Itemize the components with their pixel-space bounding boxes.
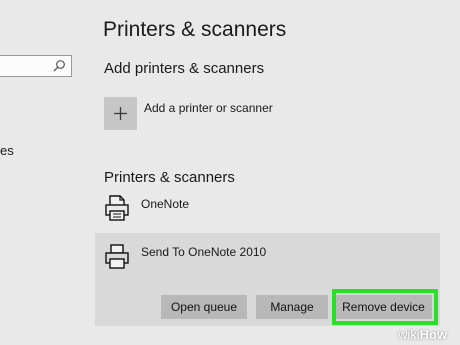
open-queue-button[interactable]: Open queue (161, 295, 247, 319)
printers-section-heading: Printers & scanners (104, 169, 235, 186)
page-title: Printers & scanners (103, 18, 287, 41)
add-section-heading: Add printers & scanners (104, 60, 265, 77)
highlight-outline (332, 289, 438, 325)
add-printer-button[interactable]: Add a printer or scanner (104, 97, 344, 133)
manage-button[interactable]: Manage (256, 295, 328, 319)
search-input[interactable] (0, 55, 72, 77)
watermark-how: How (419, 327, 448, 342)
plus-icon (104, 97, 137, 130)
device-item-onenote[interactable]: OneNote (104, 193, 440, 227)
search-icon[interactable] (52, 59, 66, 73)
add-printer-label: Add a printer or scanner (144, 101, 273, 115)
watermark-logo: wikiHow (398, 327, 447, 342)
sidebar-item-label[interactable]: es (0, 143, 14, 158)
printer-icon (105, 244, 129, 269)
device-name: Send To OneNote 2010 (141, 245, 267, 259)
device-name: OneNote (141, 197, 190, 211)
printer-icon (105, 195, 129, 221)
device-item-send-to-onenote[interactable]: Send To OneNote 2010 (104, 241, 434, 275)
watermark-wiki: wiki (398, 327, 420, 342)
